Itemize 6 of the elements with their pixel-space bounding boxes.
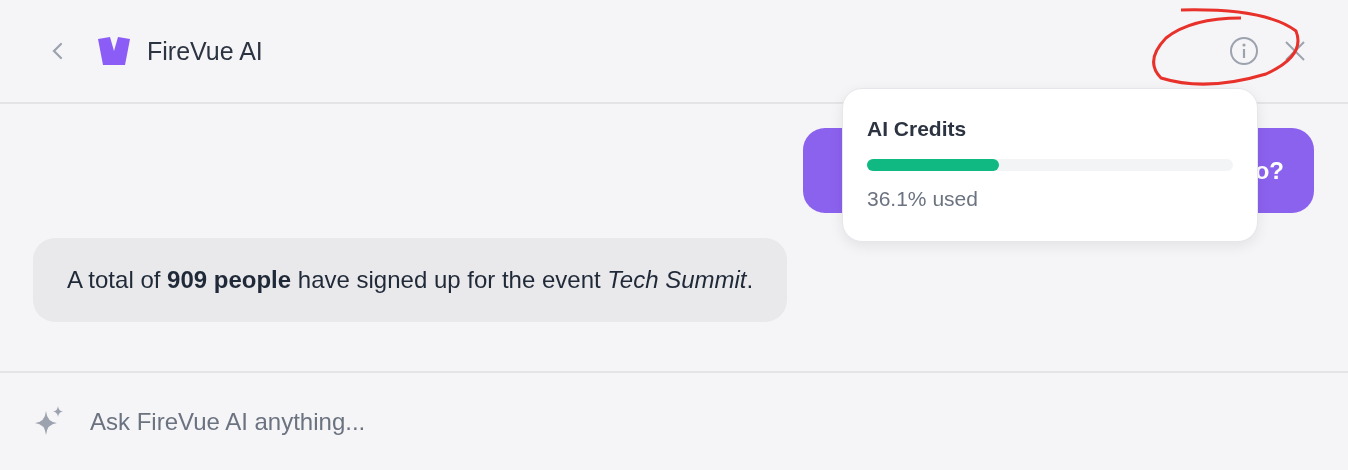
assistant-message: A total of 909 people have signed up for the event Tech Summit. (33, 238, 788, 322)
info-button[interactable] (1228, 35, 1260, 67)
logo-icon (98, 37, 130, 65)
message-input[interactable]: Ask FireVue AI anything... (90, 401, 1348, 442)
app-title: FireVue AI (147, 36, 264, 66)
usage-text: 36.1% used (867, 187, 979, 211)
